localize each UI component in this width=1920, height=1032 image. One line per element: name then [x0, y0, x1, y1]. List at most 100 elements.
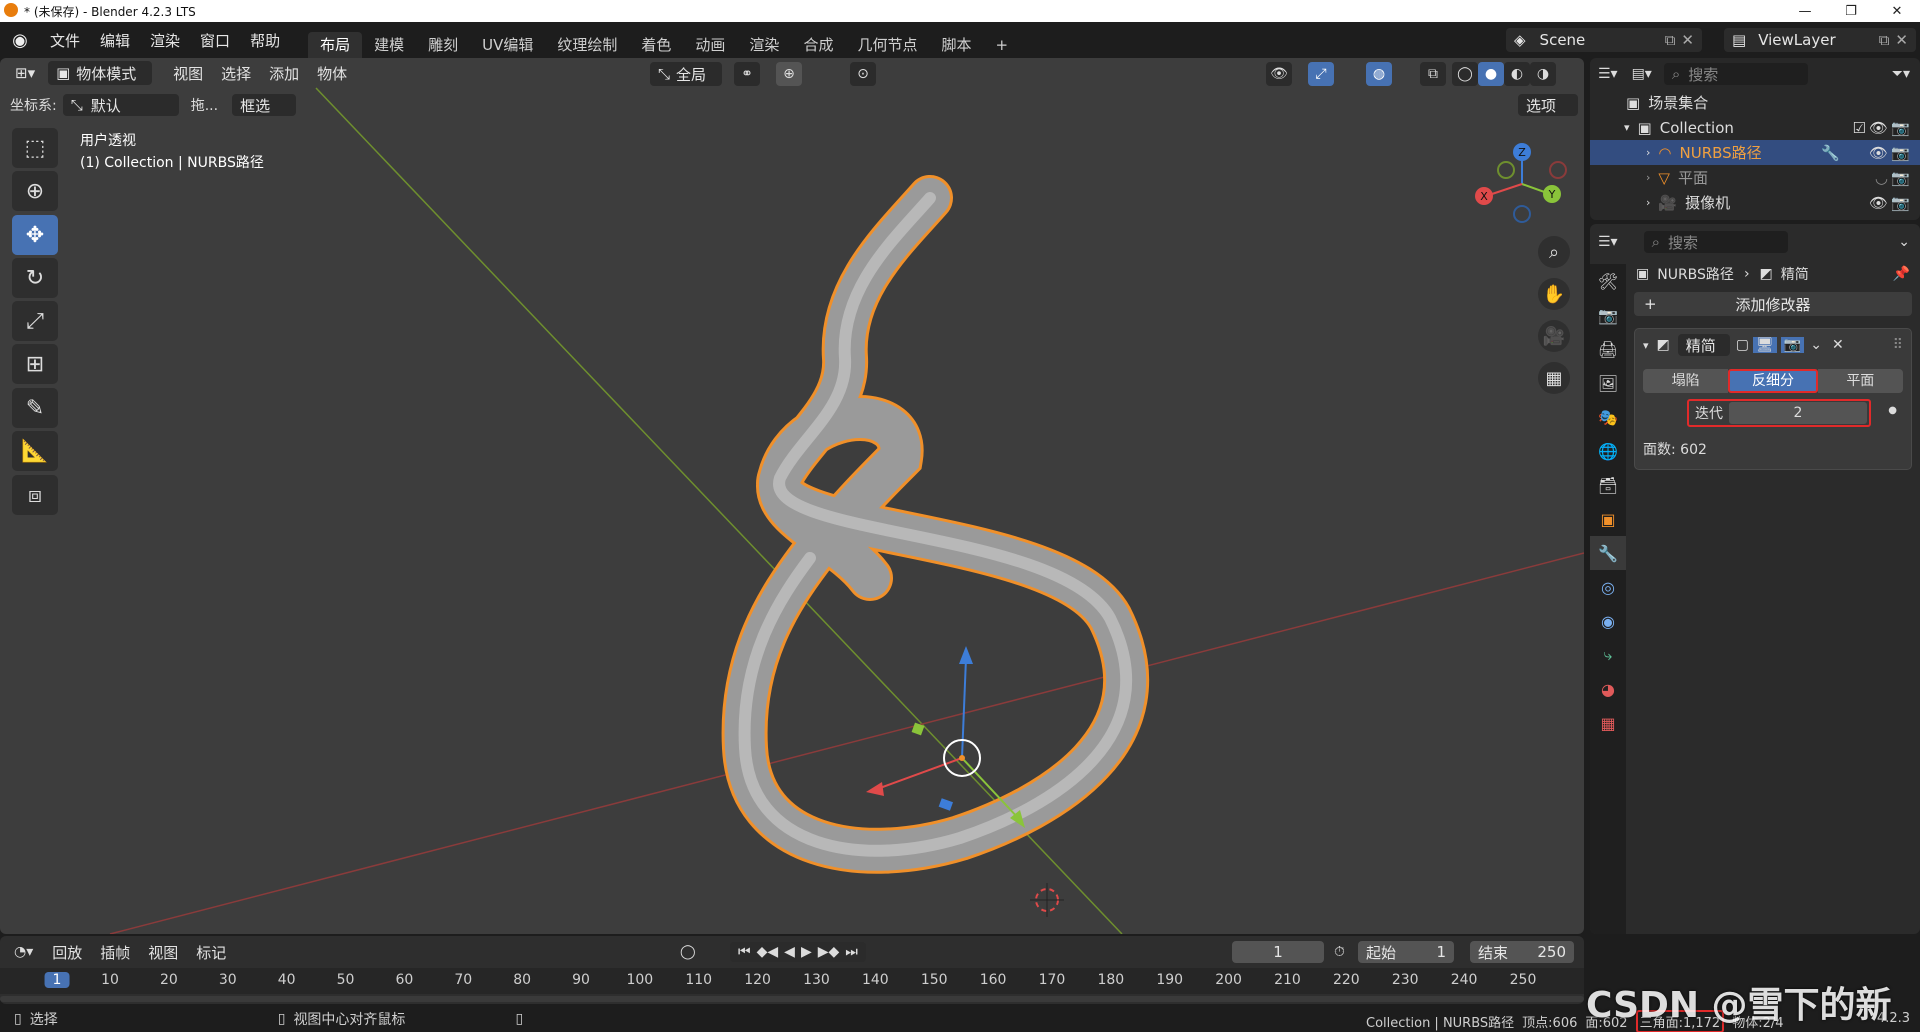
- maximize-button[interactable]: ❐: [1828, 0, 1874, 22]
- new-viewlayer-icon[interactable]: ⧉: [1879, 31, 1890, 49]
- viewport-menu-select[interactable]: 选择: [212, 63, 260, 84]
- snap-icon[interactable]: ⊕: [776, 62, 802, 86]
- move-tool-icon[interactable]: ✥: [12, 215, 58, 255]
- expand-chevron-icon[interactable]: ›: [1646, 196, 1650, 209]
- tab-rendering[interactable]: 渲染: [737, 32, 791, 58]
- visibility-icon[interactable]: 👁: [1266, 62, 1292, 86]
- material-tab-icon[interactable]: ◕: [1590, 672, 1626, 706]
- timeline-menu-view[interactable]: 视图: [139, 942, 187, 963]
- collection-render-icon[interactable]: 📷: [1891, 119, 1910, 137]
- world-tab-icon[interactable]: 🌐: [1590, 434, 1626, 468]
- timeline-menu-playback[interactable]: 回放: [43, 942, 91, 963]
- select-mode-selector[interactable]: 框选: [232, 94, 297, 116]
- current-frame-field[interactable]: 1: [1232, 941, 1324, 963]
- next-keyframe-icon[interactable]: ▶◆: [818, 944, 840, 960]
- tab-modeling[interactable]: 建模: [362, 32, 416, 58]
- collapse-chevron-icon[interactable]: ▾: [1643, 339, 1649, 352]
- jump-end-icon[interactable]: ⏭: [845, 944, 858, 960]
- 3d-cursor[interactable]: [1030, 883, 1064, 917]
- menu-help[interactable]: 帮助: [240, 30, 290, 51]
- zoom-icon[interactable]: ⌕: [1538, 236, 1570, 268]
- item-visibility-icon[interactable]: 👁: [1869, 144, 1888, 162]
- timeline-scrollbar[interactable]: [0, 996, 1584, 1002]
- 3d-viewport[interactable]: ⊞▾ ▣ 物体模式 视图 选择 添加 物体 ⤡ 全局 ⚭ ⊕ ⊙ 👁 ⤢ ◍ ⧉…: [0, 58, 1584, 934]
- collection-tab-icon[interactable]: 🗃: [1590, 468, 1626, 502]
- pan-hand-icon[interactable]: ✋: [1538, 278, 1570, 310]
- outliner-item-nurbs[interactable]: › ◠ NURBS路径 🔧 👁 📷: [1590, 140, 1920, 165]
- filter-icon[interactable]: ⏷▾: [1892, 66, 1910, 82]
- timeline-menu-marker[interactable]: 标记: [187, 942, 235, 963]
- particles-tab-icon[interactable]: ◎: [1590, 570, 1626, 604]
- transform-tool-icon[interactable]: ⊞: [12, 344, 58, 384]
- close-button[interactable]: ✕: [1874, 0, 1920, 22]
- drag-label[interactable]: 拖...: [191, 95, 218, 115]
- drag-handle-icon[interactable]: ⠿: [1893, 337, 1903, 353]
- tab-geometry-nodes[interactable]: 几何节点: [845, 32, 929, 58]
- item-visibility-icon[interactable]: 👁: [1869, 194, 1888, 212]
- properties-search-input[interactable]: ⌕ 搜索: [1643, 231, 1788, 253]
- view-layer-tab-icon[interactable]: 🖼: [1590, 366, 1626, 400]
- physics-tab-icon[interactable]: ◉: [1590, 604, 1626, 638]
- remove-viewlayer-icon[interactable]: ✕: [1895, 31, 1908, 49]
- expand-chevron-icon[interactable]: ›: [1646, 171, 1650, 184]
- outliner-search-input[interactable]: ⌕ 搜索: [1663, 63, 1808, 85]
- mode-planar-button[interactable]: 平面: [1817, 369, 1903, 393]
- mode-selector[interactable]: ▣ 物体模式: [48, 61, 153, 85]
- material-shading-icon[interactable]: ◐: [1504, 62, 1530, 86]
- texture-tab-icon[interactable]: ▦: [1590, 706, 1626, 740]
- menu-window[interactable]: 窗口: [190, 30, 240, 51]
- outliner-collection-row[interactable]: ▾ ▣ Collection ☑ 👁 📷: [1590, 115, 1920, 140]
- end-frame-field[interactable]: 结束 250: [1470, 941, 1574, 963]
- tab-animation[interactable]: 动画: [683, 32, 737, 58]
- add-modifier-button[interactable]: + 添加修改器: [1634, 292, 1912, 316]
- viewport-menu-add[interactable]: 添加: [260, 63, 308, 84]
- add-cube-tool-icon[interactable]: ⧈: [12, 475, 58, 515]
- object-tab-icon[interactable]: ▣: [1590, 502, 1626, 536]
- viewport-scene[interactable]: [0, 58, 1584, 934]
- keyframe-dot-icon[interactable]: ●: [1888, 405, 1897, 416]
- timeline-editor-icon[interactable]: ◔▾: [14, 944, 33, 960]
- jump-start-icon[interactable]: ⏮: [738, 944, 751, 960]
- collection-visibility-icon[interactable]: 👁: [1869, 119, 1888, 137]
- cursor-tool-icon[interactable]: ⊕: [12, 171, 58, 211]
- proportional-edit-icon[interactable]: ⊙: [850, 62, 876, 86]
- tool-tab-icon[interactable]: 🛠: [1590, 264, 1626, 298]
- mode-unsubdivide-button[interactable]: 反细分: [1728, 369, 1818, 393]
- play-icon[interactable]: ▶: [801, 944, 812, 960]
- annotate-tool-icon[interactable]: ✎: [12, 388, 58, 428]
- select-box-tool-icon[interactable]: ⬚: [12, 128, 58, 168]
- item-render-icon[interactable]: 📷: [1891, 144, 1910, 162]
- render-toggle-icon[interactable]: 📷: [1780, 337, 1805, 353]
- remove-scene-icon[interactable]: ✕: [1681, 31, 1694, 49]
- item-render-disabled-icon[interactable]: 📷: [1891, 169, 1910, 187]
- modifier-menu-chevron-icon[interactable]: ⌄: [1810, 337, 1822, 353]
- overlay-toggle-icon[interactable]: ◍: [1366, 62, 1392, 86]
- render-tab-icon[interactable]: 📷: [1590, 298, 1626, 332]
- play-reverse-icon[interactable]: ◀: [784, 944, 795, 960]
- output-tab-icon[interactable]: 🖨: [1590, 332, 1626, 366]
- properties-editor-icon[interactable]: ☰▾: [1598, 234, 1618, 250]
- tab-shading[interactable]: 着色: [629, 32, 683, 58]
- minimize-button[interactable]: —: [1782, 0, 1828, 22]
- pin-icon[interactable]: 📌: [1893, 266, 1910, 282]
- scene-tab-icon[interactable]: 🎭: [1590, 400, 1626, 434]
- nurbs-tube-object[interactable]: [721, 175, 1150, 874]
- viewport-toggle-icon[interactable]: 🖥: [1753, 337, 1777, 353]
- xray-icon[interactable]: ⧉: [1420, 62, 1446, 86]
- tab-scripting[interactable]: 脚本: [929, 32, 983, 58]
- expand-chevron-icon[interactable]: ▾: [1624, 121, 1630, 134]
- modifier-wrench-icon[interactable]: 🔧: [1821, 144, 1840, 162]
- tab-layout[interactable]: 布局: [308, 32, 363, 58]
- prev-keyframe-icon[interactable]: ◆◀: [757, 944, 779, 960]
- transform-orientation-selector[interactable]: ⤡ 全局: [650, 62, 722, 86]
- viewport-menu-view[interactable]: 视图: [164, 63, 212, 84]
- gizmo-toggle-icon[interactable]: ⤢: [1308, 62, 1334, 86]
- scale-tool-icon[interactable]: ⤢: [12, 301, 58, 341]
- outliner-editor-icon[interactable]: ☰▾: [1598, 66, 1618, 82]
- tab-texture-paint[interactable]: 纹理绘制: [545, 32, 629, 58]
- mode-collapse-button[interactable]: 塌陷: [1643, 369, 1729, 393]
- item-hidden-icon[interactable]: ◡: [1875, 169, 1888, 187]
- blender-menu-icon[interactable]: ◉: [0, 30, 40, 51]
- modifier-name-field[interactable]: 精简: [1677, 334, 1730, 356]
- iterations-input[interactable]: 2: [1729, 402, 1867, 424]
